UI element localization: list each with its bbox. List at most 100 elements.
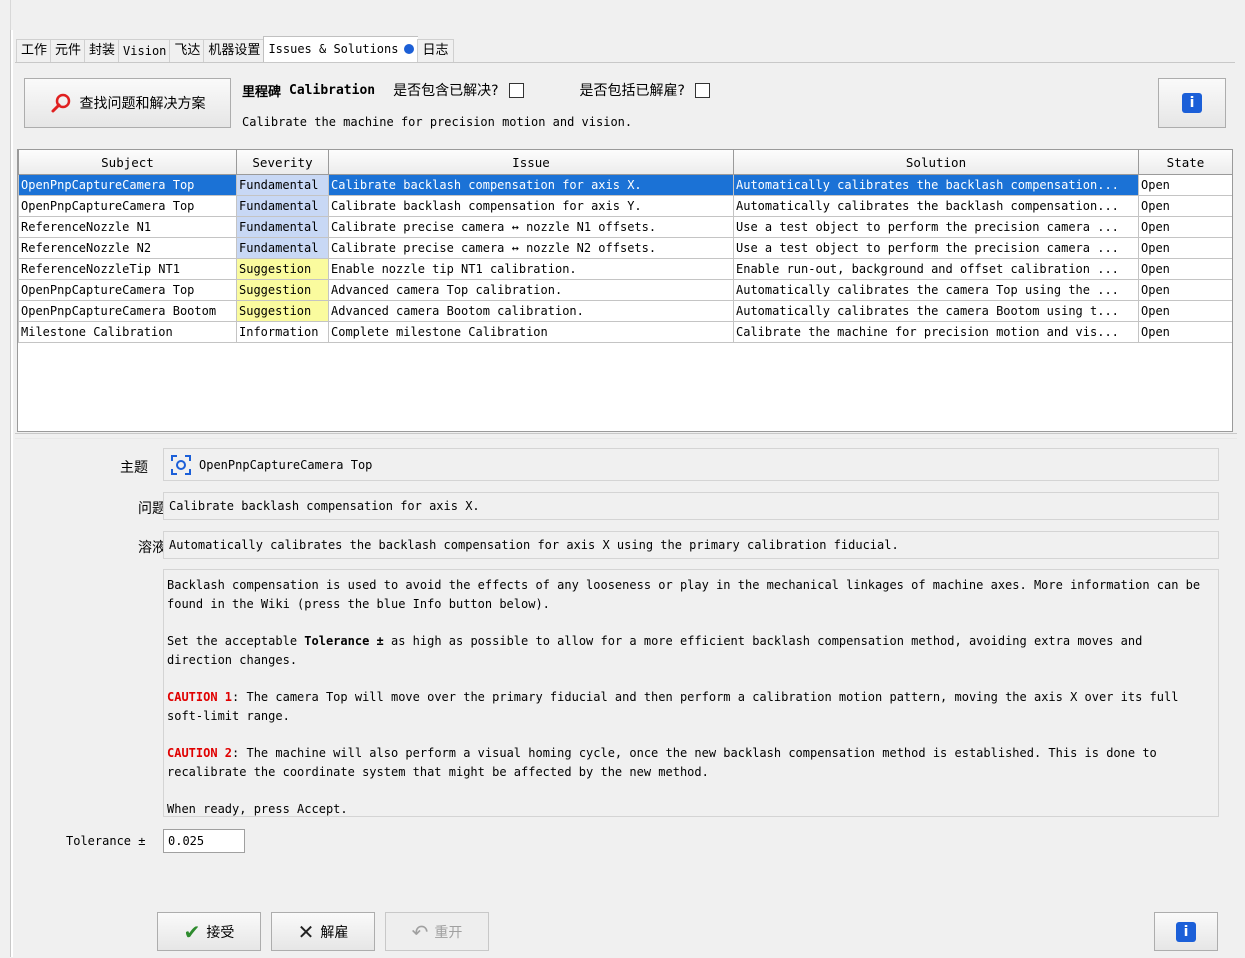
cell-issue: Calibrate backlash compensation for axis… xyxy=(328,195,734,217)
tab-issues-solutions-label: Issues & Solutions xyxy=(268,42,399,56)
caution-label: CAUTION 2 xyxy=(167,746,233,760)
info-button-bottom[interactable]: i xyxy=(1154,912,1218,951)
cell-state[interactable]: Open xyxy=(1138,195,1232,217)
issue-label: 问题 xyxy=(138,501,166,517)
find-issues-label: 查找问题和解决方案 xyxy=(79,96,206,112)
search-icon xyxy=(51,93,70,113)
cell-issue: Complete milestone Calibration xyxy=(328,321,734,343)
check-icon: ✔ xyxy=(183,919,201,944)
milestone-header: 里程碑 Calibration 是否包含已解决? 是否包括已解雇? xyxy=(242,80,710,100)
table-row[interactable]: ReferenceNozzleTip NT1 Suggestion Enable… xyxy=(18,258,1232,280)
cell-state[interactable]: Open xyxy=(1138,258,1232,280)
cell-severity: Information xyxy=(236,321,329,343)
cell-severity: Fundamental xyxy=(236,174,329,196)
caution-label: CAUTION 1 xyxy=(167,690,233,704)
undo-icon: ↶ xyxy=(411,919,429,944)
solution-value: Automatically calibrates the backlash co… xyxy=(169,538,899,552)
cell-solution: Use a test object to perform the precisi… xyxy=(733,216,1139,238)
include-dismissed-option: 是否包括已解雇? xyxy=(580,80,710,100)
cell-subject: ReferenceNozzle N2 xyxy=(18,237,237,259)
description-paragraph: Backlash compensation is used to avoid t… xyxy=(167,578,1201,611)
tab-packages[interactable]: 封装 xyxy=(84,39,120,62)
cell-severity: Fundamental xyxy=(236,195,329,217)
cell-subject: ReferenceNozzleTip NT1 xyxy=(18,258,237,280)
cell-solution: Automatically calibrates the backlash co… xyxy=(733,195,1139,217)
reopen-button[interactable]: ↶ 重开 xyxy=(385,912,489,951)
milestone-prefix: 里程碑 xyxy=(242,84,282,100)
column-header-issue[interactable]: Issue xyxy=(328,150,734,175)
cell-state[interactable]: Open xyxy=(1138,279,1232,301)
cell-severity: Fundamental xyxy=(236,216,329,238)
tolerance-input[interactable] xyxy=(163,829,245,853)
column-header-severity[interactable]: Severity xyxy=(236,150,329,175)
tab-jobs[interactable]: 工作 xyxy=(16,39,52,62)
camera-focus-icon xyxy=(171,454,191,475)
cell-solution: Calibrate the machine for precision moti… xyxy=(733,321,1139,343)
table-row[interactable]: OpenPnpCaptureCamera Top Fundamental Cal… xyxy=(18,174,1232,196)
reopen-label: 重开 xyxy=(434,924,463,941)
description-paragraph: CAUTION 2: The machine will also perform… xyxy=(167,746,1157,779)
milestone-description: Calibrate the machine for precision moti… xyxy=(242,115,633,129)
cell-subject: OpenPnpCaptureCamera Bootom xyxy=(18,300,237,322)
include-solved-label: 是否包含已解决? xyxy=(393,83,499,99)
info-button-top[interactable]: i xyxy=(1158,78,1226,128)
description-paragraph: CAUTION 1: The camera Top will move over… xyxy=(167,690,1179,723)
info-icon: i xyxy=(1182,93,1202,113)
cell-state[interactable]: Open xyxy=(1138,216,1232,238)
cell-issue: Enable nozzle tip NT1 calibration. xyxy=(328,258,734,280)
table-row[interactable]: OpenPnpCaptureCamera Bootom Suggestion A… xyxy=(18,300,1232,322)
cell-severity: Suggestion xyxy=(236,258,329,280)
cell-state[interactable]: Open xyxy=(1138,321,1232,343)
column-header-subject[interactable]: Subject xyxy=(18,150,237,175)
include-solved-option: 是否包含已解决? xyxy=(393,80,524,100)
issues-table: Subject Severity Issue Solution State Op… xyxy=(17,149,1233,432)
cell-state[interactable]: Open xyxy=(1138,300,1232,322)
include-dismissed-label: 是否包括已解雇? xyxy=(579,83,685,99)
tab-vision[interactable]: Vision xyxy=(118,39,171,62)
column-header-solution[interactable]: Solution xyxy=(733,150,1139,175)
cell-solution: Automatically calibrates the camera Boot… xyxy=(733,300,1139,322)
table-row[interactable]: ReferenceNozzle N1 Fundamental Calibrate… xyxy=(18,216,1232,238)
cell-issue: Calibrate precise camera ↔ nozzle N2 off… xyxy=(328,237,734,259)
tolerance-emphasis: Tolerance ± xyxy=(304,634,384,648)
cell-solution: Automatically calibrates the camera Top … xyxy=(733,279,1139,301)
include-solved-checkbox[interactable] xyxy=(508,82,524,98)
tab-parts[interactable]: 元件 xyxy=(50,39,86,62)
split-pane-divider[interactable] xyxy=(15,433,1237,439)
find-issues-button[interactable]: 查找问题和解决方案 xyxy=(24,78,231,128)
cell-subject: OpenPnpCaptureCamera Top xyxy=(18,195,237,217)
cell-severity: Fundamental xyxy=(236,237,329,259)
tab-issues-solutions[interactable]: Issues & Solutions xyxy=(263,36,419,62)
solution-description: Backlash compensation is used to avoid t… xyxy=(163,569,1219,817)
accept-label: 接受 xyxy=(206,924,235,941)
cell-state[interactable]: Open xyxy=(1138,174,1232,196)
subject-label: 主题 xyxy=(120,460,148,476)
issue-value: Calibrate backlash compensation for axis… xyxy=(169,499,480,513)
cell-state[interactable]: Open xyxy=(1138,237,1232,259)
issue-field: Calibrate backlash compensation for axis… xyxy=(163,492,1219,520)
left-dock-edge xyxy=(0,0,13,957)
accept-button[interactable]: ✔ 接受 xyxy=(157,912,261,951)
x-icon: ✕ xyxy=(297,919,315,944)
cell-issue: Advanced camera Bootom calibration. xyxy=(328,300,734,322)
tab-machine-setup[interactable]: 机器设置 xyxy=(203,39,265,62)
table-row[interactable]: ReferenceNozzle N2 Fundamental Calibrate… xyxy=(18,237,1232,259)
tab-log[interactable]: 日志 xyxy=(417,39,454,62)
cell-issue: Calibrate backlash compensation for axis… xyxy=(328,174,734,196)
cell-subject: ReferenceNozzle N1 xyxy=(18,216,237,238)
table-row[interactable]: Milestone Calibration Information Comple… xyxy=(18,321,1232,343)
tolerance-label: Tolerance ± xyxy=(66,834,146,848)
cell-subject: OpenPnpCaptureCamera Top xyxy=(18,279,237,301)
cell-severity: Suggestion xyxy=(236,300,329,322)
table-row[interactable]: OpenPnpCaptureCamera Top Fundamental Cal… xyxy=(18,195,1232,217)
solution-label: 溶液 xyxy=(138,540,166,556)
solution-field: Automatically calibrates the backlash co… xyxy=(163,531,1219,559)
table-row[interactable]: OpenPnpCaptureCamera Top Suggestion Adva… xyxy=(18,279,1232,301)
dismiss-button[interactable]: ✕ 解雇 xyxy=(271,912,375,951)
milestone-name: Calibration xyxy=(289,82,376,98)
column-header-state[interactable]: State xyxy=(1138,150,1232,175)
cell-severity: Suggestion xyxy=(236,279,329,301)
tab-feeders[interactable]: 飞达 xyxy=(169,39,205,62)
include-dismissed-checkbox[interactable] xyxy=(694,82,710,98)
dismiss-label: 解雇 xyxy=(320,924,349,941)
